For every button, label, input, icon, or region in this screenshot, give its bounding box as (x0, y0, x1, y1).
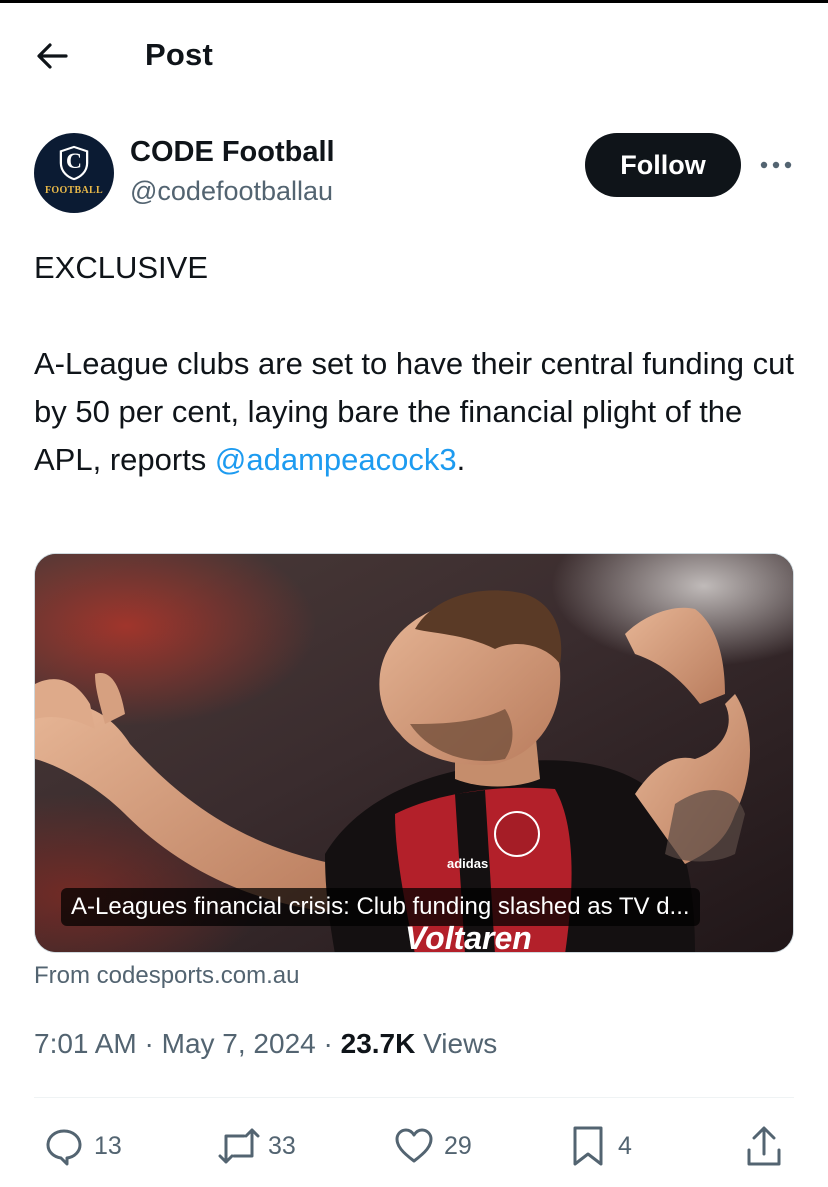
reply-button[interactable]: 13 (44, 1118, 122, 1174)
back-button[interactable] (32, 36, 72, 76)
page-title: Post (145, 37, 213, 72)
share-button[interactable] (744, 1118, 784, 1174)
like-count: 29 (444, 1131, 472, 1160)
jersey-brand-text: adidas (447, 856, 488, 871)
arrow-left-icon (37, 43, 68, 69)
post-body: EXCLUSIVE A-League clubs are set to have… (34, 244, 794, 484)
author-name[interactable]: CODE Football (130, 136, 335, 169)
share-icon (747, 1126, 781, 1166)
post-paragraph-end: . (456, 442, 466, 477)
reply-icon (46, 1129, 82, 1166)
post-headline: EXCLUSIVE (34, 250, 209, 285)
more-dots-icon (760, 161, 792, 169)
action-bar: 13 33 29 4 (0, 1118, 828, 1178)
card-caption: A-Leagues financial crisis: Club funding… (61, 888, 700, 926)
repost-button[interactable]: 33 (216, 1118, 296, 1174)
post-paragraph: A-League clubs are set to have their cen… (34, 340, 794, 484)
avatar-letter: C (66, 148, 82, 173)
meta-separator: · (323, 1028, 333, 1059)
repost-count: 33 (268, 1131, 296, 1160)
meta-separator: · (144, 1028, 154, 1059)
post-meta: 7:01 AM · May 7, 2024 · 23.7K Views (34, 1028, 497, 1060)
author-handle[interactable]: @codefootballau (130, 176, 333, 207)
follow-button[interactable]: Follow (585, 133, 741, 197)
bookmark-count: 4 (618, 1131, 632, 1160)
post-time: 7:01 AM (34, 1028, 137, 1059)
heart-icon (395, 1128, 433, 1163)
avatar-label: FOOTBALL (45, 185, 103, 196)
repost-icon (218, 1128, 260, 1164)
like-button[interactable]: 29 (394, 1118, 472, 1174)
bookmark-button[interactable]: 4 (570, 1118, 632, 1174)
header-bar: Post (0, 22, 828, 90)
avatar[interactable]: C FOOTBALL (34, 133, 114, 213)
post-date: May 7, 2024 (161, 1028, 316, 1059)
views-count: 23.7K (340, 1028, 416, 1059)
bookmark-icon (573, 1126, 603, 1166)
views-label: Views (423, 1028, 498, 1059)
more-options-button[interactable] (756, 148, 796, 182)
card-source[interactable]: From codesports.com.au (34, 962, 299, 990)
divider (34, 1097, 794, 1098)
link-card[interactable]: adidas Voltaren A-Leagues financial cris… (34, 553, 794, 953)
reply-count: 13 (94, 1131, 122, 1160)
mention-link[interactable]: @adampeacock3 (215, 442, 457, 477)
top-border (0, 0, 828, 3)
